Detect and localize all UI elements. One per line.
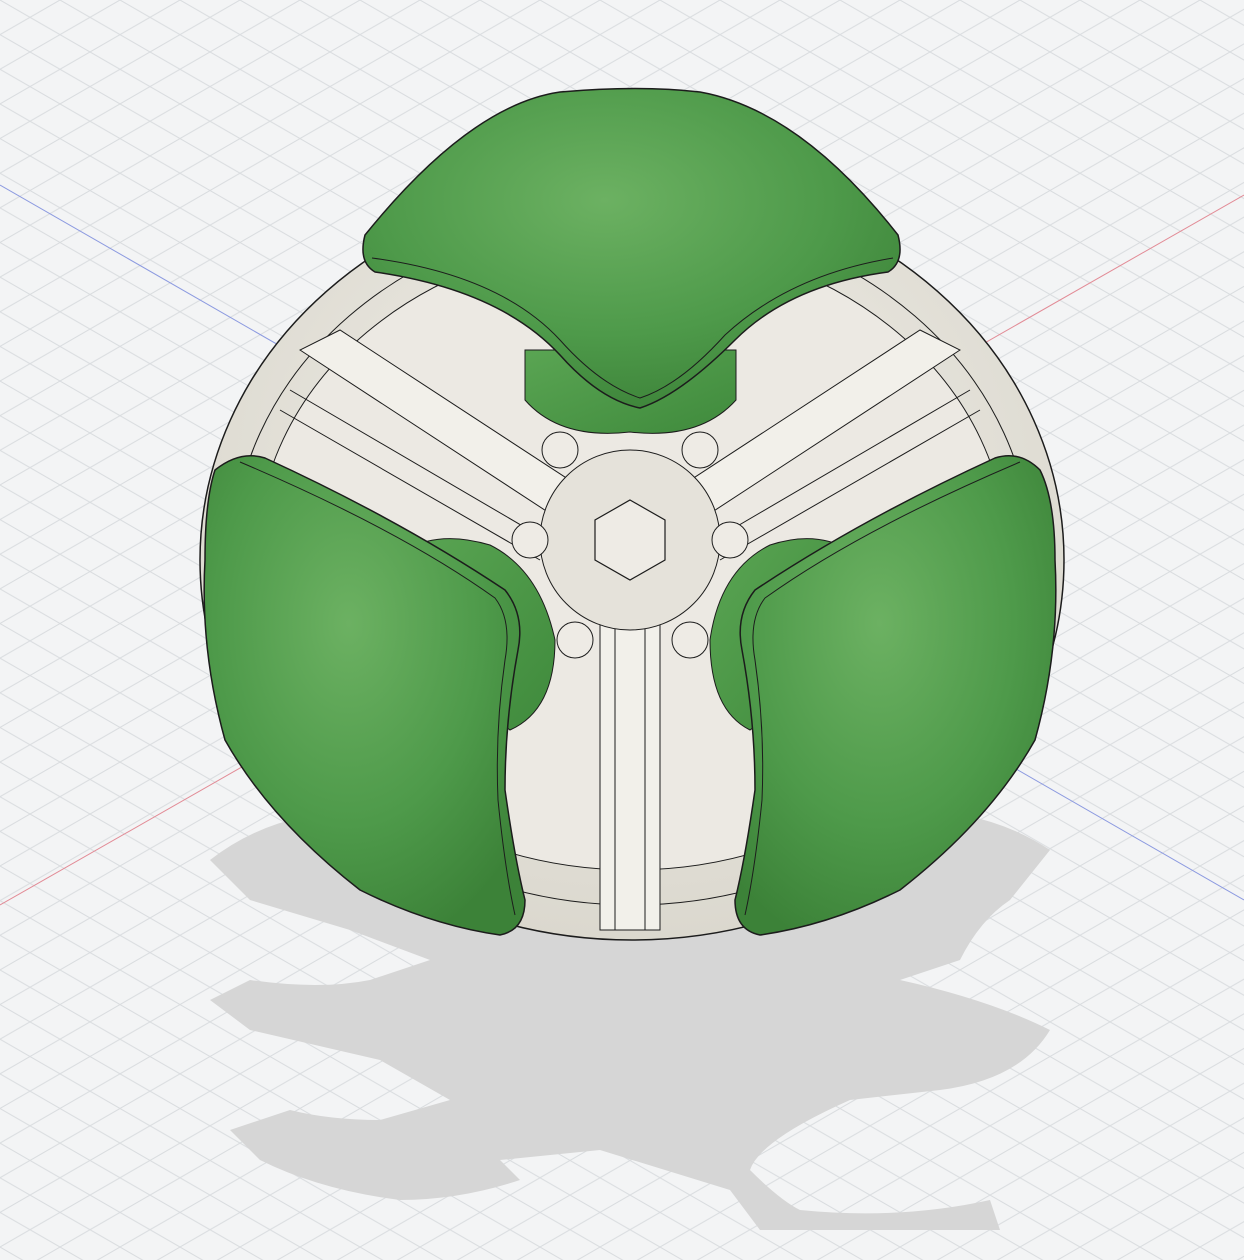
- cad-viewport-canvas[interactable]: [0, 0, 1244, 1260]
- viewport-svg[interactable]: [0, 0, 1244, 1260]
